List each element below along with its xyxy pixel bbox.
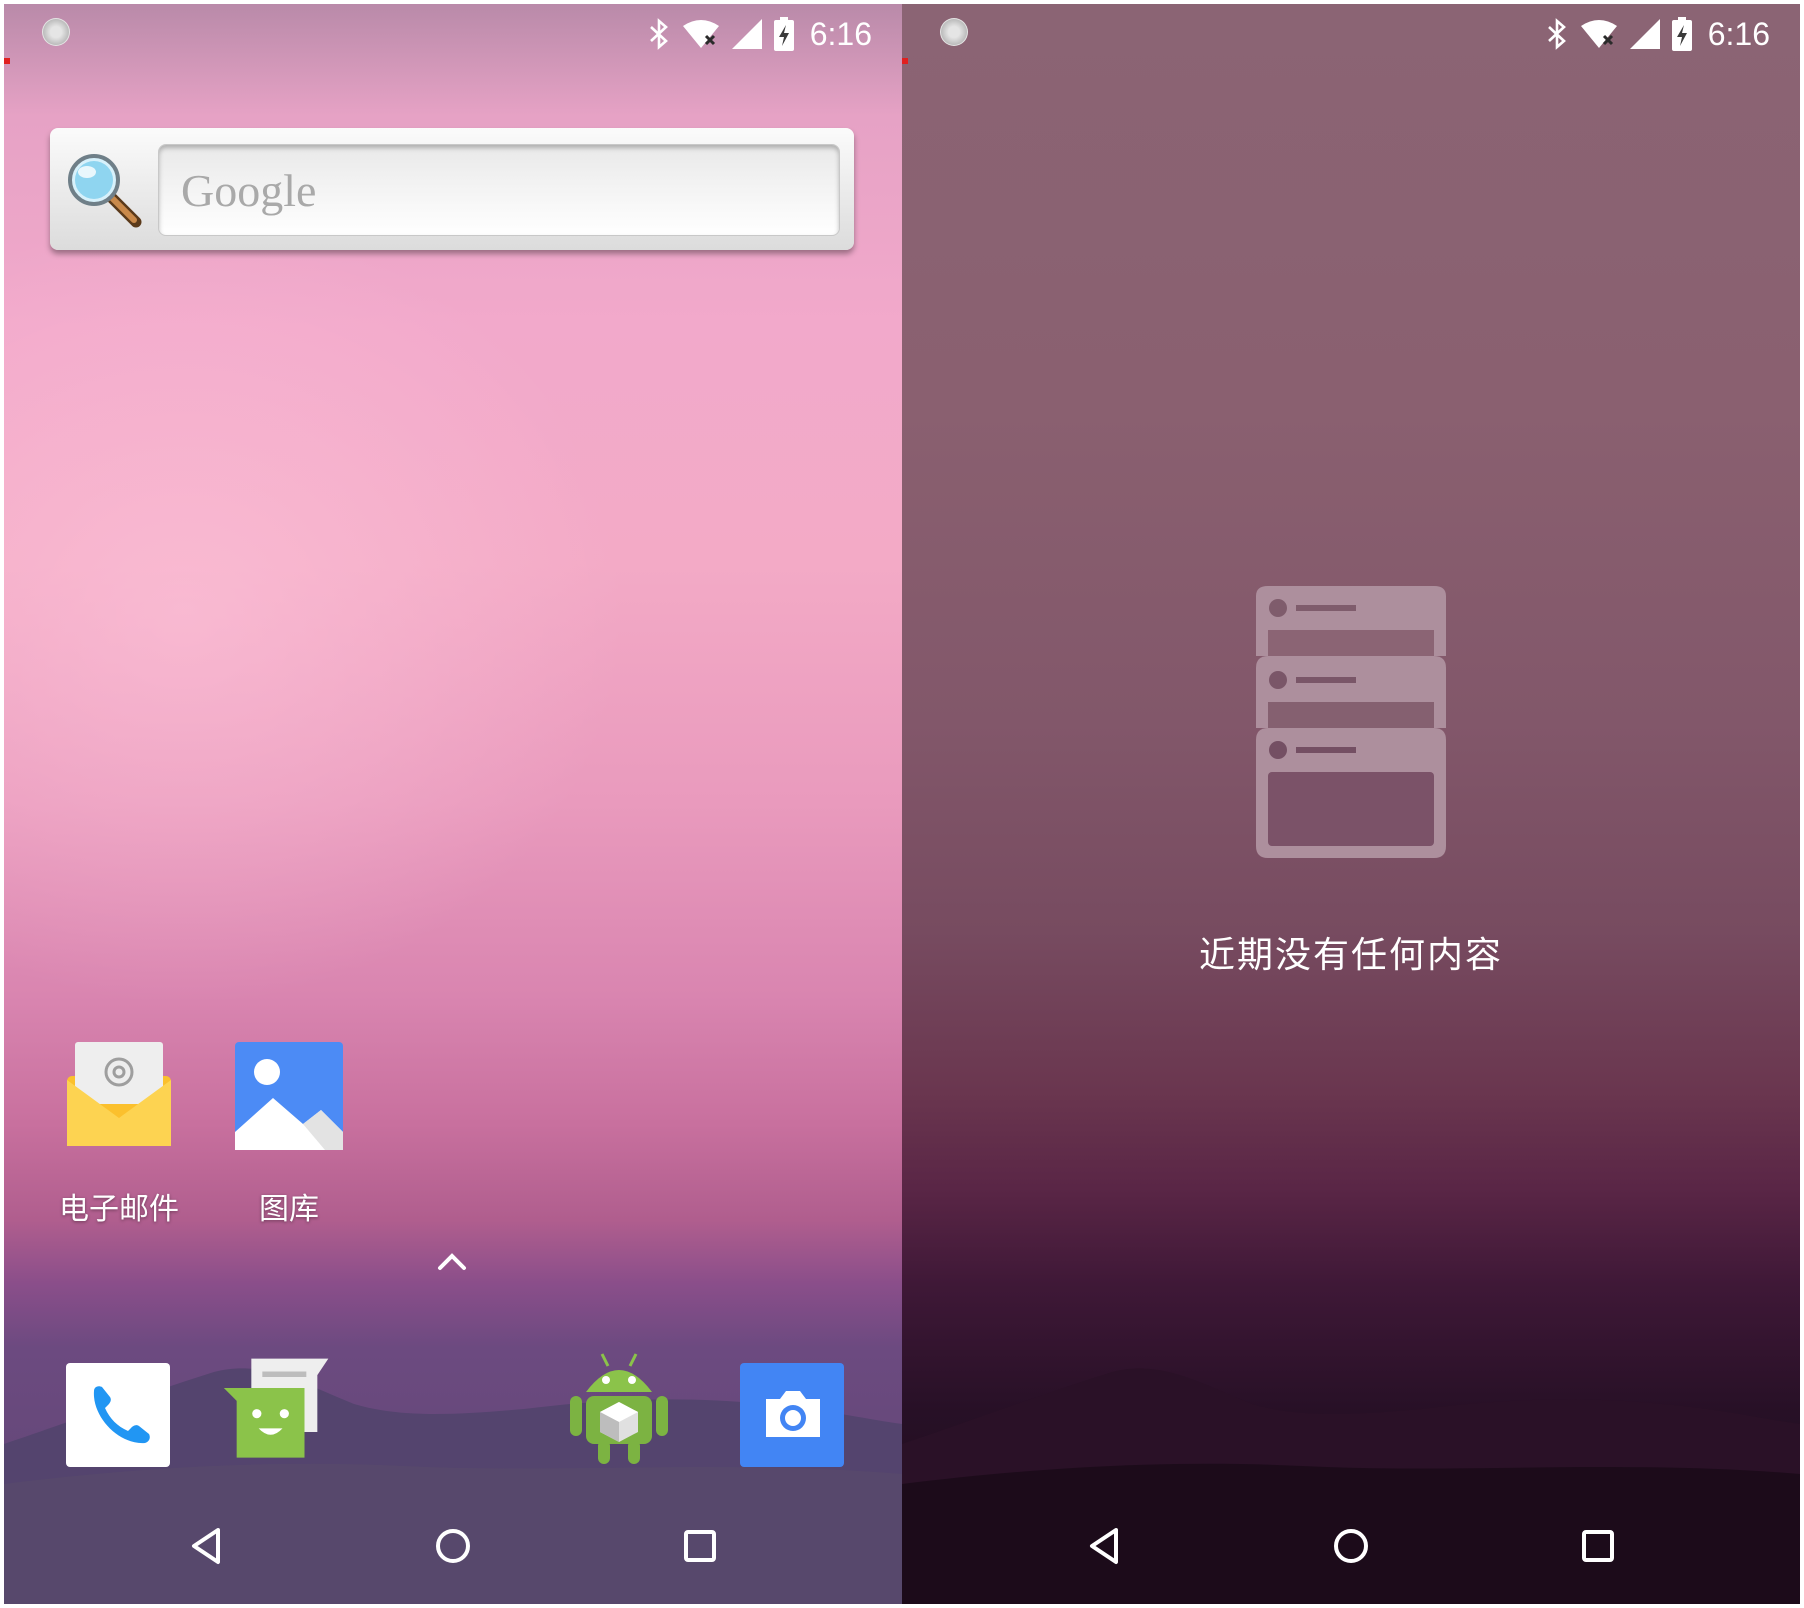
app-gallery[interactable]: 图库 bbox=[214, 1036, 364, 1228]
magnifier-icon[interactable] bbox=[64, 150, 144, 230]
android-app-icon[interactable] bbox=[564, 1348, 674, 1468]
camera-icon[interactable] bbox=[738, 1356, 848, 1476]
battery-charging-icon bbox=[773, 17, 794, 51]
back-icon[interactable] bbox=[1076, 1518, 1132, 1574]
signal-icon bbox=[731, 19, 762, 49]
app-email[interactable]: 电子邮件 bbox=[44, 1036, 194, 1228]
gallery-icon[interactable] bbox=[229, 1036, 349, 1156]
home-icon[interactable] bbox=[1323, 1518, 1379, 1574]
google-search-widget[interactable] bbox=[50, 128, 854, 250]
email-icon[interactable] bbox=[59, 1036, 179, 1156]
app-label-gallery: 图库 bbox=[259, 1192, 319, 1227]
signal-icon bbox=[1629, 19, 1660, 49]
recents-screen: 6:16 近期没有任何内容 bbox=[902, 4, 1800, 1604]
messaging-icon[interactable] bbox=[222, 1350, 332, 1470]
wifi-icon bbox=[1580, 20, 1617, 48]
notification-dot-icon bbox=[940, 18, 968, 46]
wifi-icon bbox=[682, 20, 719, 48]
recents-empty-message: 近期没有任何内容 bbox=[1198, 935, 1503, 976]
nav-bar bbox=[4, 1484, 902, 1604]
bluetooth-icon bbox=[649, 18, 668, 50]
notification-dot-icon bbox=[42, 18, 70, 46]
home-screen: 6:16 电子邮件 图库 bbox=[4, 4, 902, 1604]
search-input[interactable] bbox=[159, 145, 839, 235]
battery-charging-icon bbox=[1671, 17, 1692, 51]
recents-stack-icon bbox=[1256, 586, 1446, 858]
nav-bar bbox=[902, 1484, 1800, 1604]
bluetooth-icon bbox=[1547, 18, 1566, 50]
overview-icon[interactable] bbox=[1570, 1518, 1626, 1574]
app-drawer-arrow-icon[interactable] bbox=[432, 1246, 472, 1276]
clock: 6:16 bbox=[1707, 15, 1770, 52]
clock: 6:16 bbox=[809, 15, 872, 52]
home-icon[interactable] bbox=[425, 1518, 481, 1574]
phone-icon[interactable] bbox=[64, 1356, 174, 1476]
overview-icon[interactable] bbox=[672, 1518, 728, 1574]
app-label-email: 电子邮件 bbox=[59, 1192, 179, 1227]
search-input-box[interactable] bbox=[158, 144, 840, 236]
status-bar[interactable]: 6:16 bbox=[902, 4, 1800, 64]
status-bar[interactable]: 6:16 bbox=[4, 4, 902, 64]
back-icon[interactable] bbox=[178, 1518, 234, 1574]
